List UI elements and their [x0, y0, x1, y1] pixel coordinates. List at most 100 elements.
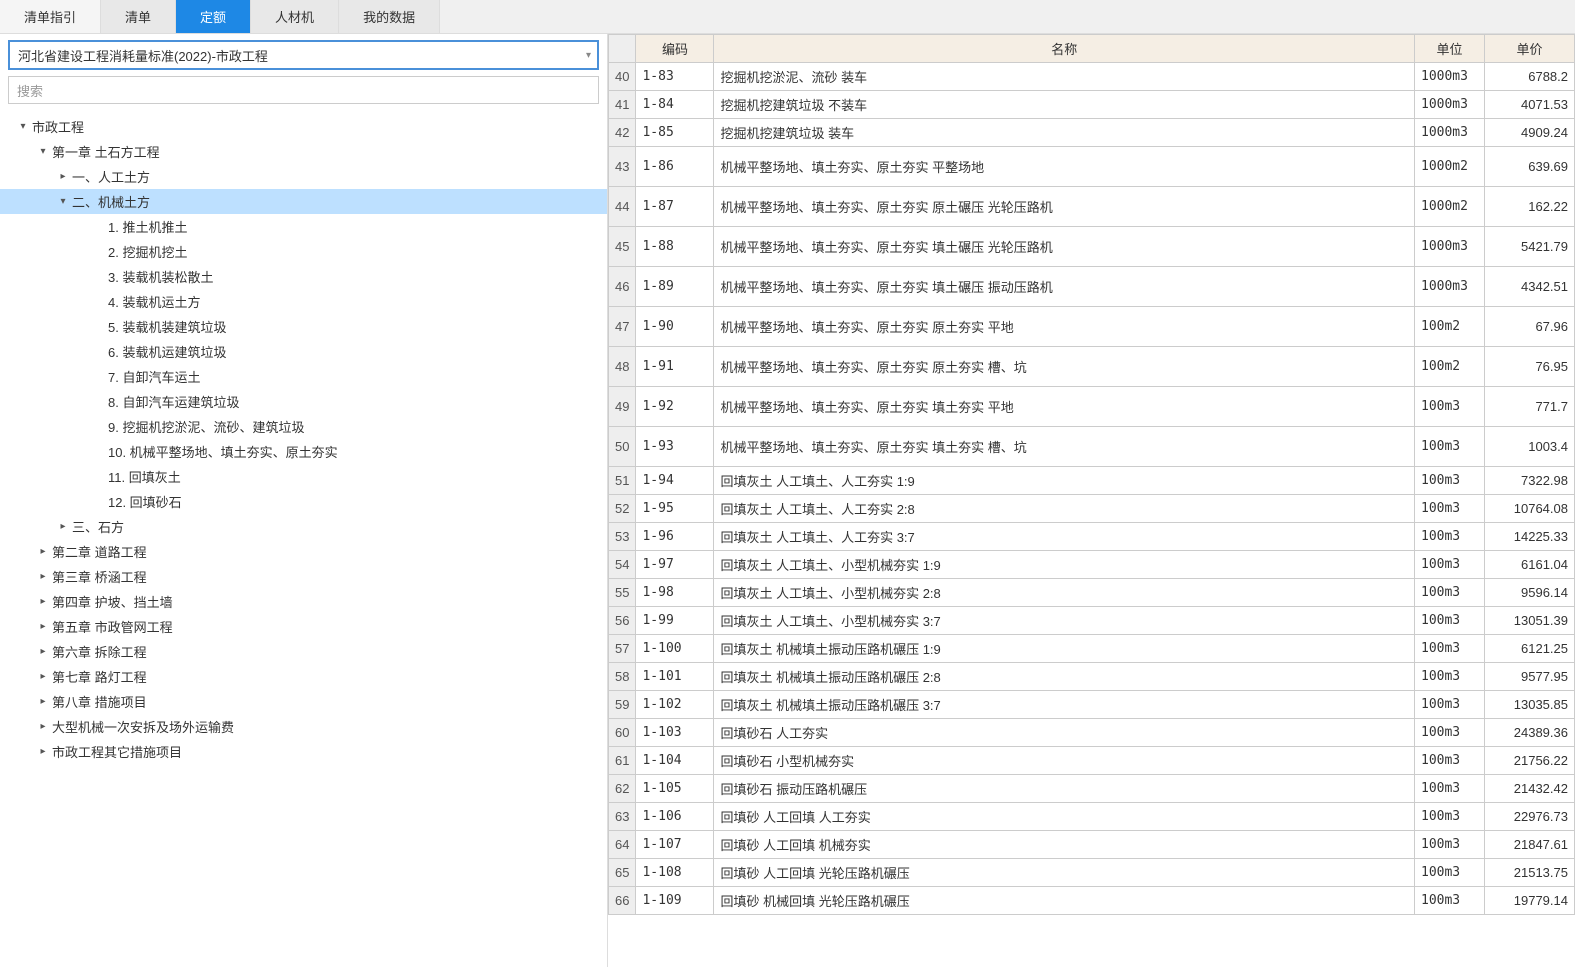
table-row[interactable]: 591-102回填灰土 机械填土振动压路机碾压 3:7100m313035.85: [609, 691, 1575, 719]
cell-name[interactable]: 机械平整场地、填土夯实、原土夯实 原土夯实 平地: [714, 307, 1415, 347]
search-input[interactable]: 搜索: [8, 76, 599, 104]
cell-name[interactable]: 机械平整场地、填土夯实、原土夯实 原土碾压 光轮压路机: [714, 187, 1415, 227]
cell-price[interactable]: 6121.25: [1485, 635, 1575, 663]
cell-name[interactable]: 回填砂 人工回填 人工夯实: [714, 803, 1415, 831]
cell-unit[interactable]: 1000m3: [1415, 267, 1485, 307]
tree-node-10[interactable]: 7. 自卸汽车运土: [0, 364, 607, 389]
table-row[interactable]: 441-87机械平整场地、填土夯实、原土夯实 原土碾压 光轮压路机1000m21…: [609, 187, 1575, 227]
tree-node-18[interactable]: ▸第三章 桥涵工程: [0, 564, 607, 589]
tree-node-6[interactable]: 3. 装载机装松散土: [0, 264, 607, 289]
cell-unit[interactable]: 100m3: [1415, 831, 1485, 859]
cell-price[interactable]: 639.69: [1485, 147, 1575, 187]
cell-unit[interactable]: 100m3: [1415, 859, 1485, 887]
cell-price[interactable]: 13051.39: [1485, 607, 1575, 635]
tree-node-9[interactable]: 6. 装载机运建筑垃圾: [0, 339, 607, 364]
cell-unit[interactable]: 1000m3: [1415, 91, 1485, 119]
cell-name[interactable]: 机械平整场地、填土夯实、原土夯实 填土碾压 振动压路机: [714, 267, 1415, 307]
cell-code[interactable]: 1-96: [636, 523, 714, 551]
table-row[interactable]: 401-83挖掘机挖淤泥、流砂 装车1000m36788.2: [609, 63, 1575, 91]
grid-header-name[interactable]: 名称: [714, 35, 1415, 63]
expand-icon[interactable]: ▸: [36, 546, 50, 557]
cell-name[interactable]: 机械平整场地、填土夯实、原土夯实 填土碾压 光轮压路机: [714, 227, 1415, 267]
cell-price[interactable]: 19779.14: [1485, 887, 1575, 915]
cell-unit[interactable]: 100m3: [1415, 775, 1485, 803]
table-row[interactable]: 621-105回填砂石 振动压路机碾压100m321432.42: [609, 775, 1575, 803]
cell-unit[interactable]: 100m3: [1415, 887, 1485, 915]
table-row[interactable]: 481-91机械平整场地、填土夯实、原土夯实 原土夯实 槽、坑100m276.9…: [609, 347, 1575, 387]
expand-icon[interactable]: ▸: [36, 646, 50, 657]
cell-price[interactable]: 7322.98: [1485, 467, 1575, 495]
cell-unit[interactable]: 100m2: [1415, 347, 1485, 387]
cell-price[interactable]: 162.22: [1485, 187, 1575, 227]
table-row[interactable]: 451-88机械平整场地、填土夯实、原土夯实 填土碾压 光轮压路机1000m35…: [609, 227, 1575, 267]
cell-price[interactable]: 21756.22: [1485, 747, 1575, 775]
cell-name[interactable]: 机械平整场地、填土夯实、原土夯实 填土夯实 平地: [714, 387, 1415, 427]
cell-name[interactable]: 机械平整场地、填土夯实、原土夯实 填土夯实 槽、坑: [714, 427, 1415, 467]
cell-unit[interactable]: 100m3: [1415, 523, 1485, 551]
cell-price[interactable]: 21847.61: [1485, 831, 1575, 859]
cell-name[interactable]: 回填灰土 人工填土、人工夯实 3:7: [714, 523, 1415, 551]
cell-price[interactable]: 22976.73: [1485, 803, 1575, 831]
cell-code[interactable]: 1-104: [636, 747, 714, 775]
cell-unit[interactable]: 100m3: [1415, 607, 1485, 635]
tree-node-21[interactable]: ▸第六章 拆除工程: [0, 639, 607, 664]
table-row[interactable]: 601-103回填砂石 人工夯实100m324389.36: [609, 719, 1575, 747]
cell-price[interactable]: 67.96: [1485, 307, 1575, 347]
table-row[interactable]: 631-106回填砂 人工回填 人工夯实100m322976.73: [609, 803, 1575, 831]
cell-code[interactable]: 1-94: [636, 467, 714, 495]
table-row[interactable]: 461-89机械平整场地、填土夯实、原土夯实 填土碾压 振动压路机1000m34…: [609, 267, 1575, 307]
tree-node-13[interactable]: 10. 机械平整场地、填土夯实、原土夯实: [0, 439, 607, 464]
cell-price[interactable]: 21432.42: [1485, 775, 1575, 803]
cell-name[interactable]: 回填灰土 机械填土振动压路机碾压 3:7: [714, 691, 1415, 719]
tab-3[interactable]: 人材机: [251, 0, 339, 33]
cell-unit[interactable]: 100m3: [1415, 719, 1485, 747]
cell-unit[interactable]: 100m3: [1415, 551, 1485, 579]
cell-code[interactable]: 1-103: [636, 719, 714, 747]
tree-node-19[interactable]: ▸第四章 护坡、挡土墙: [0, 589, 607, 614]
expand-icon[interactable]: ▸: [36, 671, 50, 682]
standard-select[interactable]: 河北省建设工程消耗量标准(2022)-市政工程 ▾: [8, 40, 599, 70]
tree-node-0[interactable]: ▾市政工程: [0, 114, 607, 139]
cell-unit[interactable]: 1000m2: [1415, 147, 1485, 187]
cell-unit[interactable]: 1000m2: [1415, 187, 1485, 227]
cell-unit[interactable]: 1000m3: [1415, 119, 1485, 147]
cell-price[interactable]: 24389.36: [1485, 719, 1575, 747]
grid-header-code[interactable]: 编码: [636, 35, 714, 63]
expand-icon[interactable]: ▸: [36, 721, 50, 732]
tab-2[interactable]: 定额: [176, 0, 251, 33]
tree-node-17[interactable]: ▸第二章 道路工程: [0, 539, 607, 564]
cell-unit[interactable]: 100m3: [1415, 803, 1485, 831]
cell-code[interactable]: 1-91: [636, 347, 714, 387]
cell-code[interactable]: 1-90: [636, 307, 714, 347]
cell-price[interactable]: 9577.95: [1485, 663, 1575, 691]
cell-price[interactable]: 9596.14: [1485, 579, 1575, 607]
collapse-icon[interactable]: ▾: [36, 146, 50, 157]
cell-unit[interactable]: 100m3: [1415, 747, 1485, 775]
table-row[interactable]: 531-96回填灰土 人工填土、人工夯实 3:7100m314225.33: [609, 523, 1575, 551]
table-row[interactable]: 581-101回填灰土 机械填土振动压路机碾压 2:8100m39577.95: [609, 663, 1575, 691]
cell-unit[interactable]: 100m3: [1415, 427, 1485, 467]
cell-unit[interactable]: 100m3: [1415, 387, 1485, 427]
tree-node-1[interactable]: ▾第一章 土石方工程: [0, 139, 607, 164]
table-row[interactable]: 521-95回填灰土 人工填土、人工夯实 2:8100m310764.08: [609, 495, 1575, 523]
tree-node-22[interactable]: ▸第七章 路灯工程: [0, 664, 607, 689]
expand-icon[interactable]: ▸: [56, 171, 70, 182]
cell-code[interactable]: 1-85: [636, 119, 714, 147]
cell-price[interactable]: 1003.4: [1485, 427, 1575, 467]
tree-node-15[interactable]: 12. 回填砂石: [0, 489, 607, 514]
cell-unit[interactable]: 100m2: [1415, 307, 1485, 347]
cell-name[interactable]: 机械平整场地、填土夯实、原土夯实 平整场地: [714, 147, 1415, 187]
tree-node-8[interactable]: 5. 装载机装建筑垃圾: [0, 314, 607, 339]
cell-code[interactable]: 1-101: [636, 663, 714, 691]
tree-node-20[interactable]: ▸第五章 市政管网工程: [0, 614, 607, 639]
cell-price[interactable]: 10764.08: [1485, 495, 1575, 523]
cell-code[interactable]: 1-84: [636, 91, 714, 119]
expand-icon[interactable]: ▸: [56, 521, 70, 532]
cell-code[interactable]: 1-98: [636, 579, 714, 607]
cell-name[interactable]: 回填灰土 人工填土、人工夯实 1:9: [714, 467, 1415, 495]
tab-1[interactable]: 清单: [101, 0, 176, 33]
cell-unit[interactable]: 100m3: [1415, 579, 1485, 607]
collapse-icon[interactable]: ▾: [16, 121, 30, 132]
cell-name[interactable]: 回填砂石 小型机械夯实: [714, 747, 1415, 775]
cell-price[interactable]: 4342.51: [1485, 267, 1575, 307]
